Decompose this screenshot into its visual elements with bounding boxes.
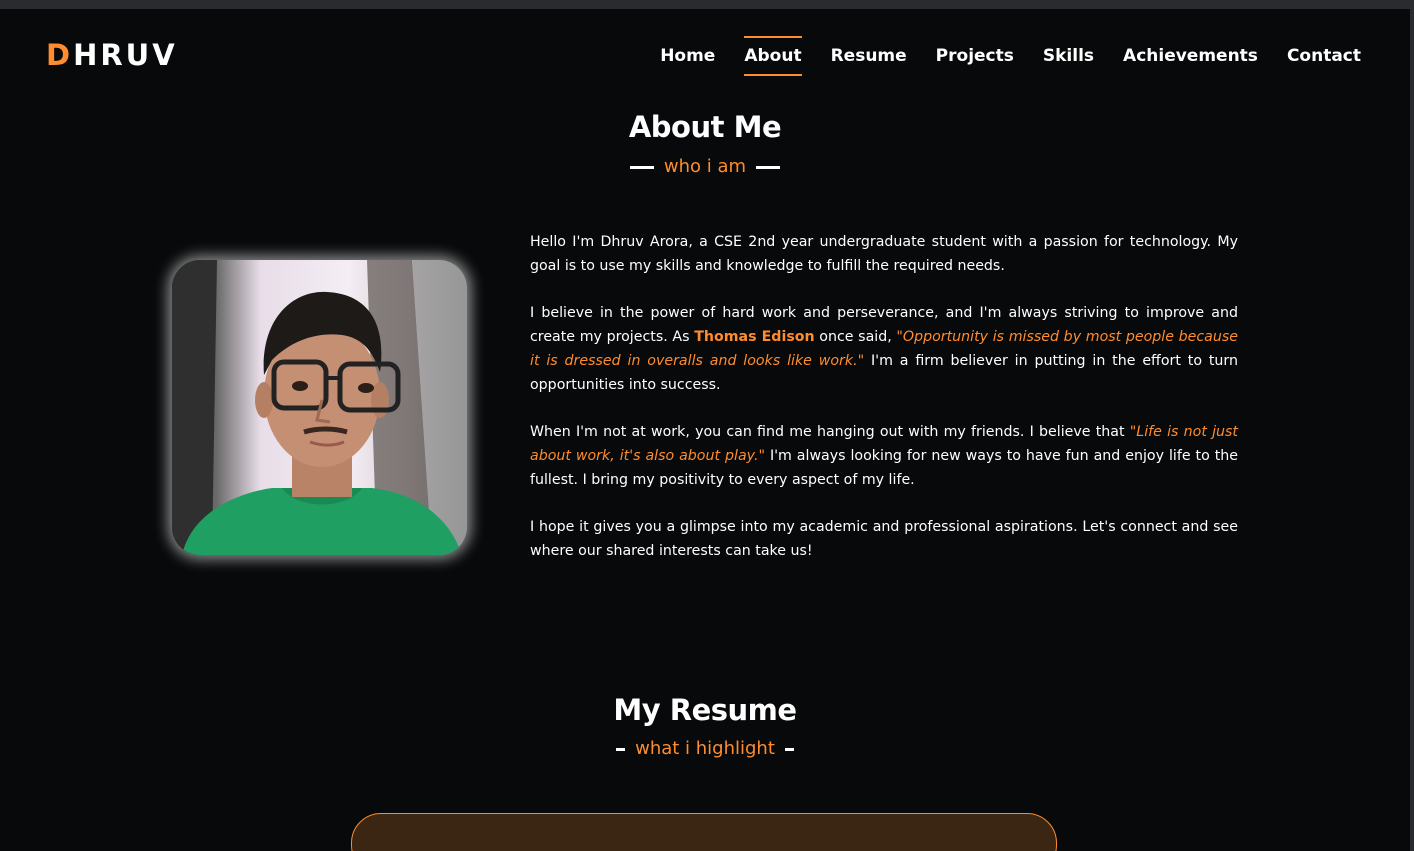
nav-skills[interactable]: Skills	[1043, 36, 1094, 76]
about-subtitle: who i am	[0, 156, 1410, 177]
about-paragraph-1: Hello I'm Dhruv Arora, a CSE 2nd year un…	[530, 234, 1238, 274]
profile-photo	[172, 260, 467, 555]
about-paragraph-4: I hope it gives you a glimpse into my ac…	[530, 519, 1238, 559]
nav-projects[interactable]: Projects	[936, 36, 1014, 76]
browser-top-strip	[0, 0, 1414, 9]
scrollbar-track[interactable]	[1410, 9, 1414, 851]
highlight-name: Thomas Edison	[694, 329, 815, 345]
nav-achievements[interactable]: Achievements	[1123, 36, 1258, 76]
resume-subtitle-text: what i highlight	[635, 738, 775, 759]
about-paragraph-2: I believe in the power of hard work and …	[530, 301, 1238, 397]
nav-about[interactable]: About	[744, 36, 802, 76]
logo-accent-letter: D	[46, 38, 74, 72]
main-nav: Home About Resume Projects Skills Achiev…	[660, 36, 1361, 76]
subtitle-dash-right	[784, 747, 794, 751]
about-description: Hello I'm Dhruv Arora, a CSE 2nd year un…	[530, 230, 1238, 586]
resume-card	[351, 813, 1057, 851]
logo-text: HRUV	[73, 38, 178, 72]
about-subtitle-text: who i am	[663, 156, 747, 177]
subtitle-dash-right	[755, 165, 780, 169]
subtitle-dash-left	[616, 747, 626, 751]
subtitle-dash-left	[630, 165, 655, 169]
p3-text-a: When I'm not at work, you can find me ha…	[530, 424, 1130, 440]
nav-resume[interactable]: Resume	[831, 36, 907, 76]
resume-subtitle: what i highlight	[0, 738, 1410, 759]
nav-home[interactable]: Home	[660, 36, 715, 76]
resume-title: My Resume	[613, 693, 797, 727]
about-paragraph-3: When I'm not at work, you can find me ha…	[530, 420, 1238, 492]
site-logo[interactable]: DHRUV	[46, 38, 178, 72]
nav-contact[interactable]: Contact	[1287, 36, 1361, 76]
about-title: About Me	[628, 110, 782, 144]
p2-text-b: once said,	[814, 329, 897, 345]
